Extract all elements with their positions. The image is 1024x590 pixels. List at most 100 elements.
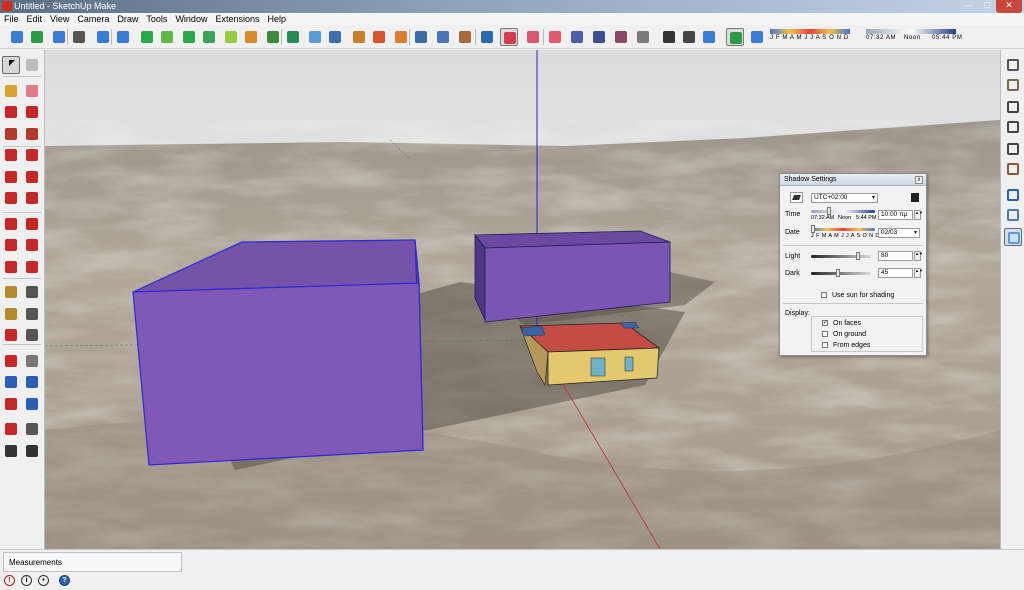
dark-spinner[interactable]: ▲▼: [914, 268, 923, 278]
warning-icon[interactable]: !: [4, 575, 15, 586]
right-view-button[interactable]: [1004, 118, 1022, 136]
share-component-button[interactable]: [200, 28, 218, 46]
style-icon-2-button[interactable]: [524, 28, 542, 46]
help-icon[interactable]: ?: [59, 575, 70, 586]
position-camera-tool[interactable]: [2, 420, 20, 438]
toggle-shadows-button[interactable]: [790, 192, 803, 203]
date-slider[interactable]: [811, 225, 875, 233]
save-button[interactable]: [50, 28, 68, 46]
light-slider[interactable]: [811, 252, 871, 260]
left-view-button[interactable]: [1004, 160, 1022, 178]
front-view-button[interactable]: [1004, 98, 1022, 116]
collapse-details-icon[interactable]: [911, 193, 919, 202]
timezone-select[interactable]: UTC+02:00 ▼: [811, 193, 878, 203]
from-edges-checkbox[interactable]: [822, 342, 828, 348]
menu-help[interactable]: Help: [263, 13, 290, 25]
back-view-button[interactable]: [1004, 140, 1022, 158]
filter-button[interactable]: [370, 28, 388, 46]
style-icon-4-button[interactable]: [568, 28, 586, 46]
look-around-tool[interactable]: [23, 420, 41, 438]
follow-me-tool[interactable]: [23, 236, 41, 254]
dark-slider-thumb[interactable]: [836, 269, 840, 277]
protractor-tool[interactable]: [2, 305, 20, 323]
three-point-arc-tool[interactable]: [23, 189, 41, 207]
shadow-time-slider[interactable]: 07:32 AM Noon 05:44 PM: [866, 29, 962, 45]
texture-button[interactable]: [660, 28, 678, 46]
instructor-button[interactable]: [8, 28, 26, 46]
box-button[interactable]: [434, 28, 452, 46]
open-button[interactable]: [28, 28, 46, 46]
text-tool[interactable]: [23, 305, 41, 323]
warning-button[interactable]: [412, 28, 430, 46]
line-tool[interactable]: [2, 103, 20, 121]
style-icon-3-button[interactable]: [546, 28, 564, 46]
select-tool[interactable]: [2, 56, 20, 74]
export-dwg-button[interactable]: [114, 28, 132, 46]
rectangle-tool[interactable]: [2, 125, 20, 143]
offset-tool[interactable]: [23, 258, 41, 276]
back-edges-button[interactable]: [1004, 206, 1022, 224]
dynamic-component-button[interactable]: [264, 28, 282, 46]
menu-tools[interactable]: Tools: [142, 13, 171, 25]
light-slider-thumb[interactable]: [856, 252, 860, 260]
share-model-button[interactable]: [158, 28, 176, 46]
large-purple-box[interactable]: [132, 239, 424, 466]
wireframe-cube-button[interactable]: [590, 28, 608, 46]
walk-tool[interactable]: [2, 442, 20, 460]
iso-view-button[interactable]: [1004, 56, 1022, 74]
on-faces-checkbox[interactable]: ✓: [822, 320, 828, 326]
scale-tool[interactable]: [2, 258, 20, 276]
date-slider-thumb[interactable]: [811, 225, 815, 233]
dimension-tool[interactable]: [23, 283, 41, 301]
fog-button[interactable]: [700, 28, 718, 46]
on-ground-checkbox[interactable]: [822, 331, 828, 337]
dialog-titlebar[interactable]: Shadow Settings x: [780, 174, 926, 186]
zoom-tool[interactable]: [2, 373, 20, 391]
time-slider-thumb[interactable]: [827, 207, 831, 215]
layout-button[interactable]: [242, 28, 260, 46]
3d-text-tool[interactable]: [23, 326, 41, 344]
measurements-box[interactable]: Measurements: [3, 552, 182, 572]
minimize-button[interactable]: —: [960, 0, 978, 13]
solid-tools-button[interactable]: [326, 28, 344, 46]
circle-tool[interactable]: [2, 146, 20, 164]
previous-view-tool[interactable]: [23, 395, 41, 413]
rotate-tool[interactable]: [2, 236, 20, 254]
move-tool[interactable]: [2, 215, 20, 233]
menu-edit[interactable]: Edit: [23, 13, 47, 25]
arc-tool[interactable]: [2, 168, 20, 186]
dialog-close-button[interactable]: x: [915, 176, 923, 184]
tape-measure-tool[interactable]: [2, 283, 20, 301]
light-input[interactable]: 80: [878, 251, 913, 261]
shadow-month-slider[interactable]: J F M A M J J A S O N D: [770, 29, 860, 45]
settings-button[interactable]: [726, 28, 744, 46]
polygon-tool[interactable]: [23, 146, 41, 164]
make-component-tool[interactable]: [23, 56, 41, 74]
make-dynamic-button[interactable]: [284, 28, 302, 46]
pie-tool[interactable]: [23, 168, 41, 186]
pan-tool[interactable]: [23, 352, 41, 370]
freehand-tool[interactable]: [23, 103, 41, 121]
get-models-button[interactable]: [138, 28, 156, 46]
rotated-rectangle-tool[interactable]: [23, 125, 41, 143]
time-input[interactable]: 10:00 πμ: [878, 210, 913, 220]
eraser-tool[interactable]: [23, 82, 41, 100]
menu-extensions[interactable]: Extensions: [211, 13, 263, 25]
close-button[interactable]: ✕: [996, 0, 1022, 13]
push-pull-tool[interactable]: [23, 215, 41, 233]
section-plane-tool[interactable]: [23, 442, 41, 460]
sandbox-button[interactable]: [306, 28, 324, 46]
maximize-button[interactable]: □: [978, 0, 996, 13]
time-spinner[interactable]: ▲▼: [914, 210, 923, 220]
extension-warehouse-button[interactable]: [222, 28, 240, 46]
menu-draw[interactable]: Draw: [113, 13, 142, 25]
print-button[interactable]: [70, 28, 88, 46]
menu-view[interactable]: View: [46, 13, 73, 25]
position-button[interactable]: [392, 28, 410, 46]
wireframe-button[interactable]: [1004, 228, 1022, 246]
use-sun-checkbox[interactable]: [821, 292, 827, 298]
scenes-button[interactable]: [748, 28, 766, 46]
zoom-button[interactable]: [350, 28, 368, 46]
export-pdf-button[interactable]: [94, 28, 112, 46]
help-cube-button[interactable]: [456, 28, 474, 46]
